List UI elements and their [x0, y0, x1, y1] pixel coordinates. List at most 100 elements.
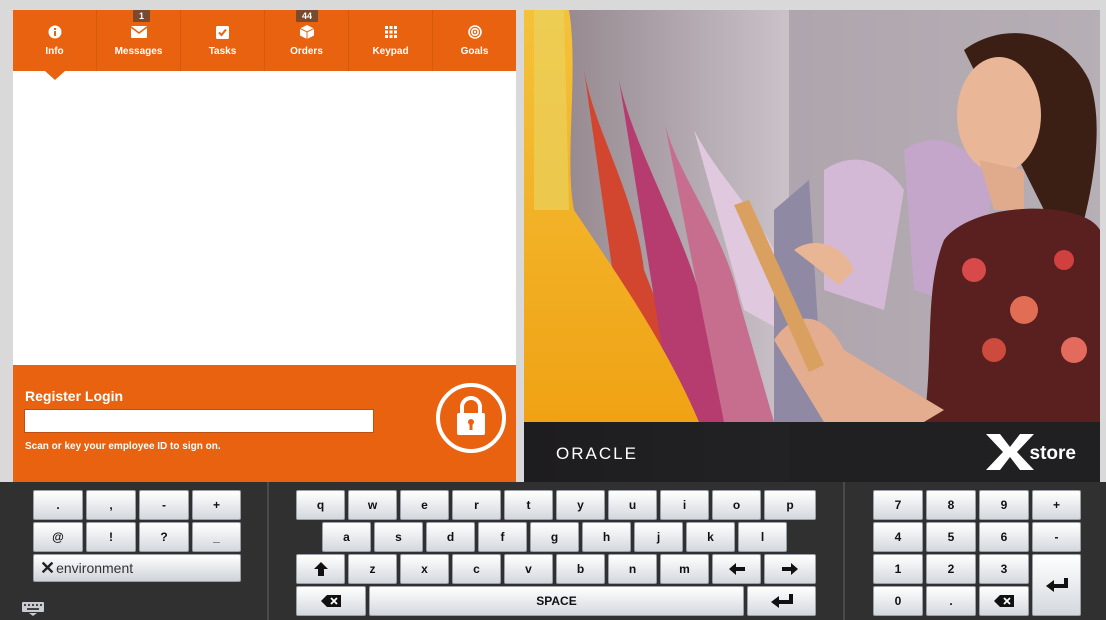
- numpad-8[interactable]: 8: [926, 490, 976, 520]
- xstore-logo: store: [985, 434, 1076, 470]
- numpad-3[interactable]: 3: [979, 554, 1029, 584]
- key-i[interactable]: i: [660, 490, 709, 520]
- environment-wordmark: environment: [56, 560, 134, 576]
- tab-messages[interactable]: 1 Messages: [97, 10, 181, 71]
- tab-label: Goals: [460, 46, 489, 57]
- key-k[interactable]: k: [686, 522, 735, 552]
- backspace-icon: [994, 595, 1014, 607]
- key-at[interactable]: @: [33, 522, 83, 552]
- tab-label: Orders: [290, 46, 323, 57]
- numpad-plus[interactable]: +: [1032, 490, 1081, 520]
- environment-logo: ✕ environment: [33, 554, 241, 582]
- numpad-1[interactable]: 1: [873, 554, 923, 584]
- arrow-right-icon: [782, 563, 798, 575]
- key-f[interactable]: f: [478, 522, 527, 552]
- key-g[interactable]: g: [530, 522, 579, 552]
- key-w[interactable]: w: [348, 490, 397, 520]
- numpad-2[interactable]: 2: [926, 554, 976, 584]
- key-period[interactable]: .: [33, 490, 83, 520]
- envelope-icon: [130, 24, 147, 40]
- numpad-backspace-key[interactable]: [979, 586, 1029, 616]
- numpad-9[interactable]: 9: [979, 490, 1029, 520]
- register-login-title: Register Login: [25, 388, 124, 404]
- key-comma[interactable]: ,: [86, 490, 136, 520]
- key-q[interactable]: q: [296, 490, 345, 520]
- tab-label: Keypad: [372, 46, 409, 57]
- messages-badge: 1: [132, 10, 150, 22]
- enter-icon: [770, 594, 793, 608]
- key-j[interactable]: j: [634, 522, 683, 552]
- tab-orders[interactable]: 44 Orders: [265, 10, 349, 71]
- login-hint: Scan or key your employee ID to sign on.: [25, 441, 221, 452]
- on-screen-keyboard: . , - + @ ! ? _ ✕ environment q w e r t …: [0, 482, 1106, 620]
- key-n[interactable]: n: [608, 554, 657, 584]
- key-e[interactable]: e: [400, 490, 449, 520]
- key-l[interactable]: l: [738, 522, 787, 552]
- tab-keypad[interactable]: Keypad: [349, 10, 433, 71]
- backspace-icon: [321, 595, 341, 607]
- numpad-5[interactable]: 5: [926, 522, 976, 552]
- retail-photo-image: [524, 10, 1100, 482]
- x-mark-icon: [985, 434, 1034, 470]
- key-s[interactable]: s: [374, 522, 423, 552]
- keyboard-divider: [843, 482, 845, 620]
- employee-id-input[interactable]: [24, 409, 374, 433]
- key-c[interactable]: c: [452, 554, 501, 584]
- oracle-logo: ORACLE: [556, 444, 638, 463]
- numpad-minus[interactable]: -: [1032, 522, 1081, 552]
- key-r[interactable]: r: [452, 490, 501, 520]
- key-t[interactable]: t: [504, 490, 553, 520]
- space-key[interactable]: SPACE: [369, 586, 744, 616]
- left-arrow-key[interactable]: [712, 554, 761, 584]
- info-panel: Info 1 Messages Tasks 44 Orders Keypad G…: [13, 10, 516, 482]
- box-icon: [299, 24, 315, 40]
- keyboard-divider: [267, 482, 269, 620]
- key-x[interactable]: x: [400, 554, 449, 584]
- key-exclamation[interactable]: !: [86, 522, 136, 552]
- key-p[interactable]: p: [764, 490, 816, 520]
- numpad-6[interactable]: 6: [979, 522, 1029, 552]
- promo-photo: ORACLE store: [524, 10, 1100, 482]
- tab-tasks[interactable]: Tasks: [181, 10, 265, 71]
- key-y[interactable]: y: [556, 490, 605, 520]
- tab-goals[interactable]: Goals: [433, 10, 516, 71]
- key-d[interactable]: d: [426, 522, 475, 552]
- keyboard-toggle-icon[interactable]: [22, 602, 44, 616]
- key-a[interactable]: a: [322, 522, 371, 552]
- tab-info[interactable]: Info: [13, 10, 97, 80]
- right-arrow-key[interactable]: [764, 554, 816, 584]
- numpad-4[interactable]: 4: [873, 522, 923, 552]
- key-h[interactable]: h: [582, 522, 631, 552]
- arrow-left-icon: [728, 563, 745, 575]
- key-z[interactable]: z: [348, 554, 397, 584]
- brand-footer: ORACLE store: [524, 422, 1100, 482]
- x-mark-icon: ✕: [40, 557, 56, 578]
- key-dash[interactable]: -: [139, 490, 189, 520]
- key-u[interactable]: u: [608, 490, 657, 520]
- numpad-0[interactable]: 0: [873, 586, 923, 616]
- enter-key[interactable]: [747, 586, 816, 616]
- key-o[interactable]: o: [712, 490, 761, 520]
- key-underscore[interactable]: _: [192, 522, 241, 552]
- tab-bar: Info 1 Messages Tasks 44 Orders Keypad G…: [13, 10, 516, 80]
- key-plus[interactable]: +: [192, 490, 241, 520]
- padlock-icon: [454, 395, 488, 441]
- key-v[interactable]: v: [504, 554, 553, 584]
- tab-label: Info: [45, 46, 64, 57]
- orders-badge: 44: [295, 10, 318, 22]
- tab-label: Tasks: [208, 46, 237, 57]
- numpad-7[interactable]: 7: [873, 490, 923, 520]
- login-lock-button[interactable]: [436, 383, 506, 453]
- arrow-up-icon: [313, 562, 328, 576]
- enter-icon: [1045, 578, 1068, 592]
- numpad-period[interactable]: .: [926, 586, 976, 616]
- key-b[interactable]: b: [556, 554, 605, 584]
- register-login-area: Register Login Scan or key your employee…: [13, 365, 516, 482]
- backspace-key[interactable]: [296, 586, 366, 616]
- shift-key[interactable]: [296, 554, 345, 584]
- checkbox-icon: [215, 24, 231, 40]
- key-m[interactable]: m: [660, 554, 709, 584]
- target-icon: [467, 24, 483, 40]
- numpad-enter-key[interactable]: [1032, 554, 1081, 616]
- key-question[interactable]: ?: [139, 522, 189, 552]
